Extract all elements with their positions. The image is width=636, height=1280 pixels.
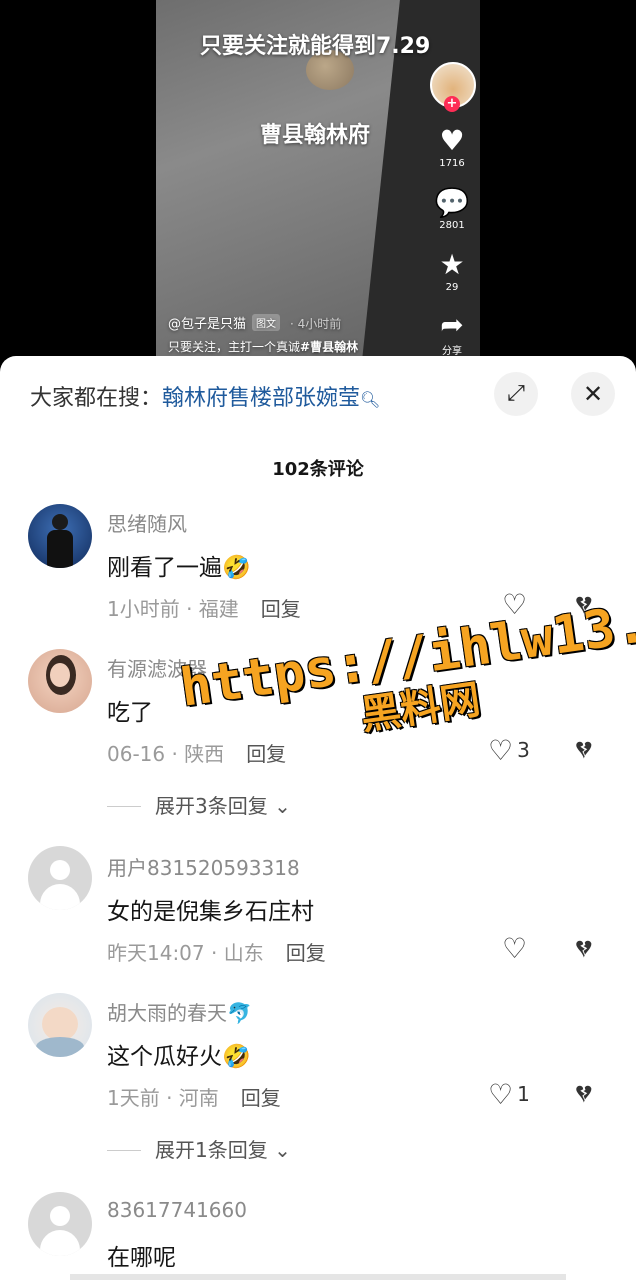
- comment-like-button[interactable]: ♡: [502, 934, 527, 964]
- video-description: 只要关注，主打一个真诚#曹县翰林: [168, 338, 358, 355]
- comment-meta: 06-16 · 陕西 回复: [107, 738, 286, 767]
- star-icon: ★: [439, 248, 465, 281]
- author-name[interactable]: @包子是只猫: [168, 317, 246, 332]
- share-arrow-icon: ➦: [440, 308, 464, 341]
- post-type-tag: 图文: [252, 314, 281, 331]
- expand-replies-label: 展开3条回复: [155, 794, 268, 818]
- search-prefix: 大家都在搜：: [30, 386, 163, 411]
- search-suggestion[interactable]: 大家都在搜：翰林府售楼部张婉莹🔍︎: [30, 380, 380, 412]
- avatar[interactable]: [28, 504, 92, 568]
- like-button[interactable]: ♥ 1716: [426, 124, 478, 170]
- comment-dislike-button[interactable]: 💔︎: [576, 1079, 592, 1109]
- search-keyword[interactable]: 翰林府售楼部张婉莹: [162, 386, 360, 411]
- expand-icon: ⤢: [507, 381, 525, 406]
- comment-dislike-button[interactable]: 💔︎: [576, 735, 592, 765]
- comment-like-count: 1: [517, 1082, 530, 1106]
- comment-meta: 1小时前 · 福建 回复: [107, 593, 301, 622]
- expand-replies-label: 展开1条回复: [155, 1138, 268, 1162]
- reply-button[interactable]: 回复: [261, 597, 301, 621]
- broken-heart-icon: 💔︎: [576, 934, 592, 964]
- comment-like-button[interactable]: ♡ 3: [488, 735, 530, 766]
- comment-sheet: 大家都在搜：翰林府售楼部张婉莹🔍︎ ⤢ ✕ 102条评论 思绪随风 刚看了一遍🤣…: [0, 356, 636, 1280]
- comment-username[interactable]: 胡大雨的春天🐬: [107, 997, 252, 1026]
- comment-meta: 1天前 · 河南 回复: [107, 1082, 281, 1111]
- avatar[interactable]: [28, 649, 92, 713]
- bottom-divider: [70, 1274, 566, 1280]
- desc-hashtag[interactable]: #曹县翰林: [300, 340, 358, 354]
- favorite-count: 29: [445, 282, 459, 293]
- comment-username[interactable]: 用户831520593318: [107, 852, 300, 881]
- like-count: 1716: [439, 158, 465, 169]
- author-line: @包子是只猫 图文 · 4小时前: [168, 313, 341, 332]
- heart-icon: ♥: [439, 124, 465, 157]
- avatar[interactable]: [28, 1192, 92, 1256]
- video-player[interactable]: 只要关注就能得到7.29 曹县翰林府 + ♥ 1716 💬 2801 ★ 29 …: [156, 0, 480, 370]
- broken-heart-icon: 💔︎: [576, 1079, 592, 1109]
- chevron-down-icon: ⌄: [274, 794, 291, 818]
- broken-heart-icon: 💔︎: [576, 735, 592, 765]
- comment-text: 吃了: [107, 700, 153, 726]
- share-button[interactable]: ➦ 分享: [426, 308, 478, 358]
- close-button[interactable]: ✕: [571, 372, 615, 416]
- heart-outline-icon: ♡: [502, 932, 528, 965]
- expand-replies-button[interactable]: 展开1条回复 ⌄: [107, 1134, 291, 1163]
- video-caption-mid: 曹县翰林府: [260, 123, 371, 148]
- comment-username[interactable]: 思绪随风: [107, 508, 187, 537]
- divider-line: [107, 806, 141, 807]
- comment-button[interactable]: 💬 2801: [426, 186, 478, 232]
- chevron-down-icon: ⌄: [274, 1138, 291, 1162]
- comment-icon: 💬: [434, 186, 470, 219]
- comment-like-button[interactable]: ♡ 1: [488, 1079, 530, 1110]
- heart-outline-icon: ♡: [488, 1078, 514, 1111]
- comment-meta: 昨天14:07 · 山东 回复: [107, 937, 326, 966]
- search-icon: 🔍︎: [360, 390, 381, 409]
- share-label: 分享: [442, 346, 462, 357]
- comment-like-count: 3: [517, 738, 530, 762]
- comment-text: 刚看了一遍🤣: [107, 555, 251, 581]
- divider-line: [107, 1150, 141, 1151]
- comment-dislike-button[interactable]: 💔︎: [576, 934, 592, 964]
- comment-count: 2801: [439, 220, 465, 231]
- reply-button[interactable]: 回复: [246, 742, 286, 766]
- favorite-button[interactable]: ★ 29: [426, 248, 478, 294]
- close-icon: ✕: [582, 380, 604, 408]
- comment-text: 女的是倪集乡石庄村: [107, 899, 314, 925]
- comment-count-title: 102条评论: [272, 459, 364, 480]
- comment-time: 1小时前 · 福建: [107, 597, 239, 621]
- follow-plus-icon[interactable]: +: [444, 96, 460, 112]
- reply-button[interactable]: 回复: [286, 941, 326, 965]
- comment-text: 在哪呢: [107, 1245, 176, 1271]
- avatar[interactable]: [28, 846, 92, 910]
- post-time: · 4小时前: [290, 317, 342, 331]
- reply-button[interactable]: 回复: [241, 1086, 281, 1110]
- comment-username[interactable]: 83617741660: [107, 1198, 247, 1222]
- comment-text: 这个瓜好火🤣: [107, 1044, 251, 1070]
- avatar[interactable]: [28, 993, 92, 1057]
- expand-replies-button[interactable]: 展开3条回复 ⌄: [107, 790, 291, 819]
- comment-time: 昨天14:07 · 山东: [107, 941, 264, 965]
- heart-outline-icon: ♡: [488, 734, 514, 767]
- expand-sheet-button[interactable]: ⤢: [494, 372, 538, 416]
- desc-text: 只要关注，主打一个真诚: [168, 340, 301, 354]
- comment-time: 06-16 · 陕西: [107, 742, 225, 766]
- video-caption-top: 只要关注就能得到7.29: [200, 34, 431, 59]
- comment-time: 1天前 · 河南: [107, 1086, 219, 1110]
